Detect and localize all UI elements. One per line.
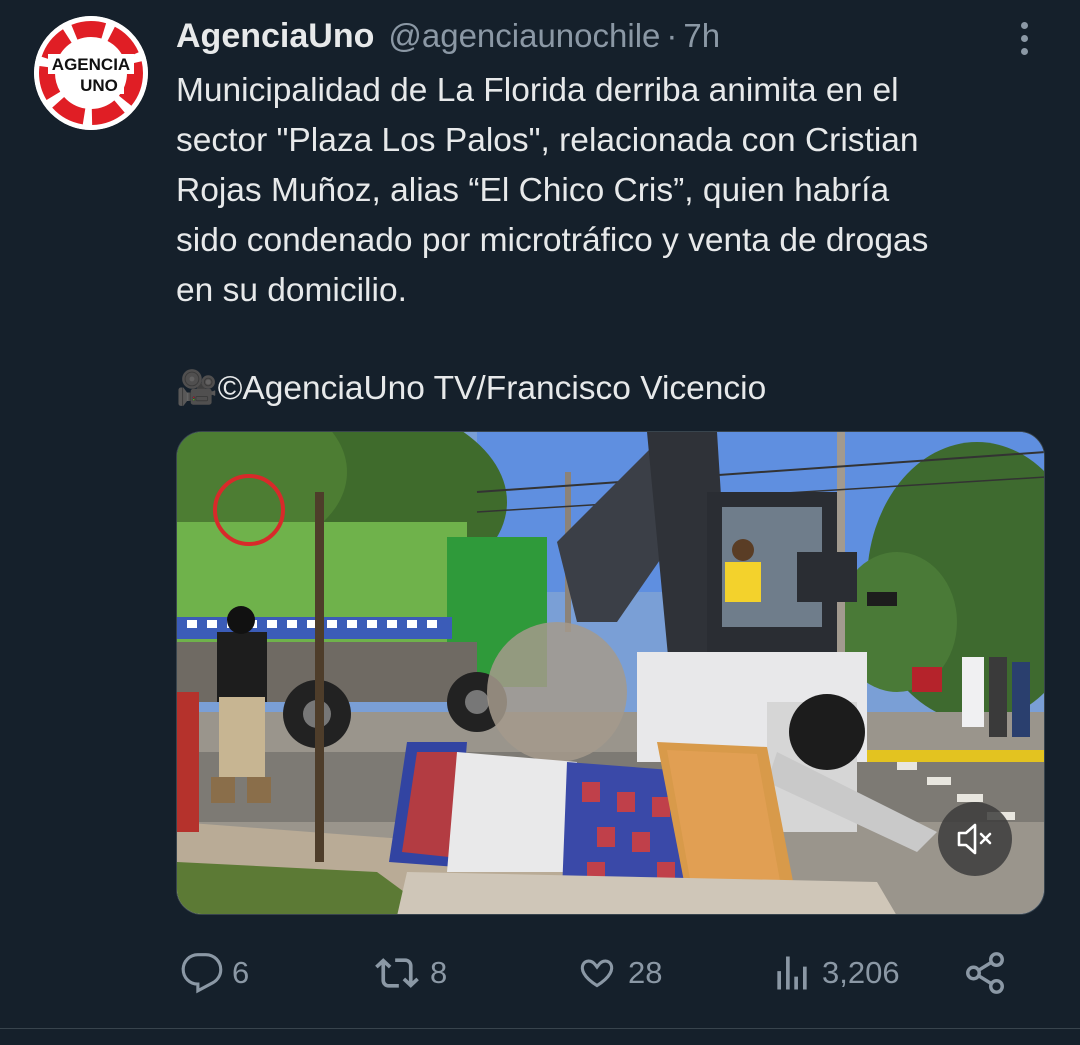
author-display-name[interactable]: AgenciaUno: [176, 17, 374, 56]
like-count: 28: [628, 955, 663, 990]
share-icon: [966, 952, 1004, 994]
timestamp[interactable]: 7h: [683, 17, 720, 55]
like-button[interactable]: 28: [574, 940, 662, 1006]
agenciauno-logo: AGENCIA UNO: [34, 16, 148, 130]
tweet-header: AgenciaUno @agenciaunochile · 7h: [176, 14, 720, 58]
retweet-button[interactable]: 8: [372, 940, 447, 1006]
retweet-icon: [375, 958, 419, 988]
video-frame: [177, 432, 1044, 914]
video-player[interactable]: [176, 431, 1045, 915]
reply-count: 6: [232, 955, 250, 990]
tweet-text: Municipalidad de La Florida derriba anim…: [176, 66, 1056, 316]
tweet-text-line: Municipalidad de La Florida derriba anim…: [176, 72, 899, 109]
views-icon: [777, 956, 807, 990]
avatar[interactable]: AGENCIA UNO: [34, 16, 148, 130]
reply-icon: [181, 953, 223, 994]
tweet-text-line: en su domicilio.: [176, 272, 407, 309]
views-button[interactable]: 3,206: [770, 940, 900, 1006]
tweet-text-line: sector "Plaza Los Palos", relacionada co…: [176, 122, 919, 159]
more-options-icon[interactable]: [1006, 16, 1042, 60]
svg-text:AGENCIA: AGENCIA: [52, 55, 130, 74]
separator-dot: ·: [666, 17, 678, 54]
author-handle[interactable]: @agenciaunochile: [388, 17, 660, 55]
divider: [0, 1028, 1080, 1029]
tweet-text-line: sido condenado por microtráfico y venta …: [176, 222, 929, 259]
share-button[interactable]: [962, 940, 1008, 1006]
tweet-text-line: Rojas Muñoz, alias “El Chico Cris”, quie…: [176, 172, 890, 209]
reply-button[interactable]: 6: [180, 940, 249, 1006]
retweet-count: 8: [430, 955, 448, 990]
tweet-action-bar: 6 8 28 3,206: [176, 940, 1056, 1006]
mute-icon: [957, 823, 992, 855]
view-count: 3,206: [822, 955, 900, 990]
svg-text:UNO: UNO: [80, 76, 118, 95]
tweet-credit-line: 🎥©AgenciaUno TV/Francisco Vicencio: [176, 370, 767, 407]
mute-button[interactable]: [938, 802, 1012, 876]
tweet[interactable]: AGENCIA UNO AgenciaUno @agenciaunochile …: [0, 0, 1080, 1030]
like-icon: [580, 959, 614, 988]
